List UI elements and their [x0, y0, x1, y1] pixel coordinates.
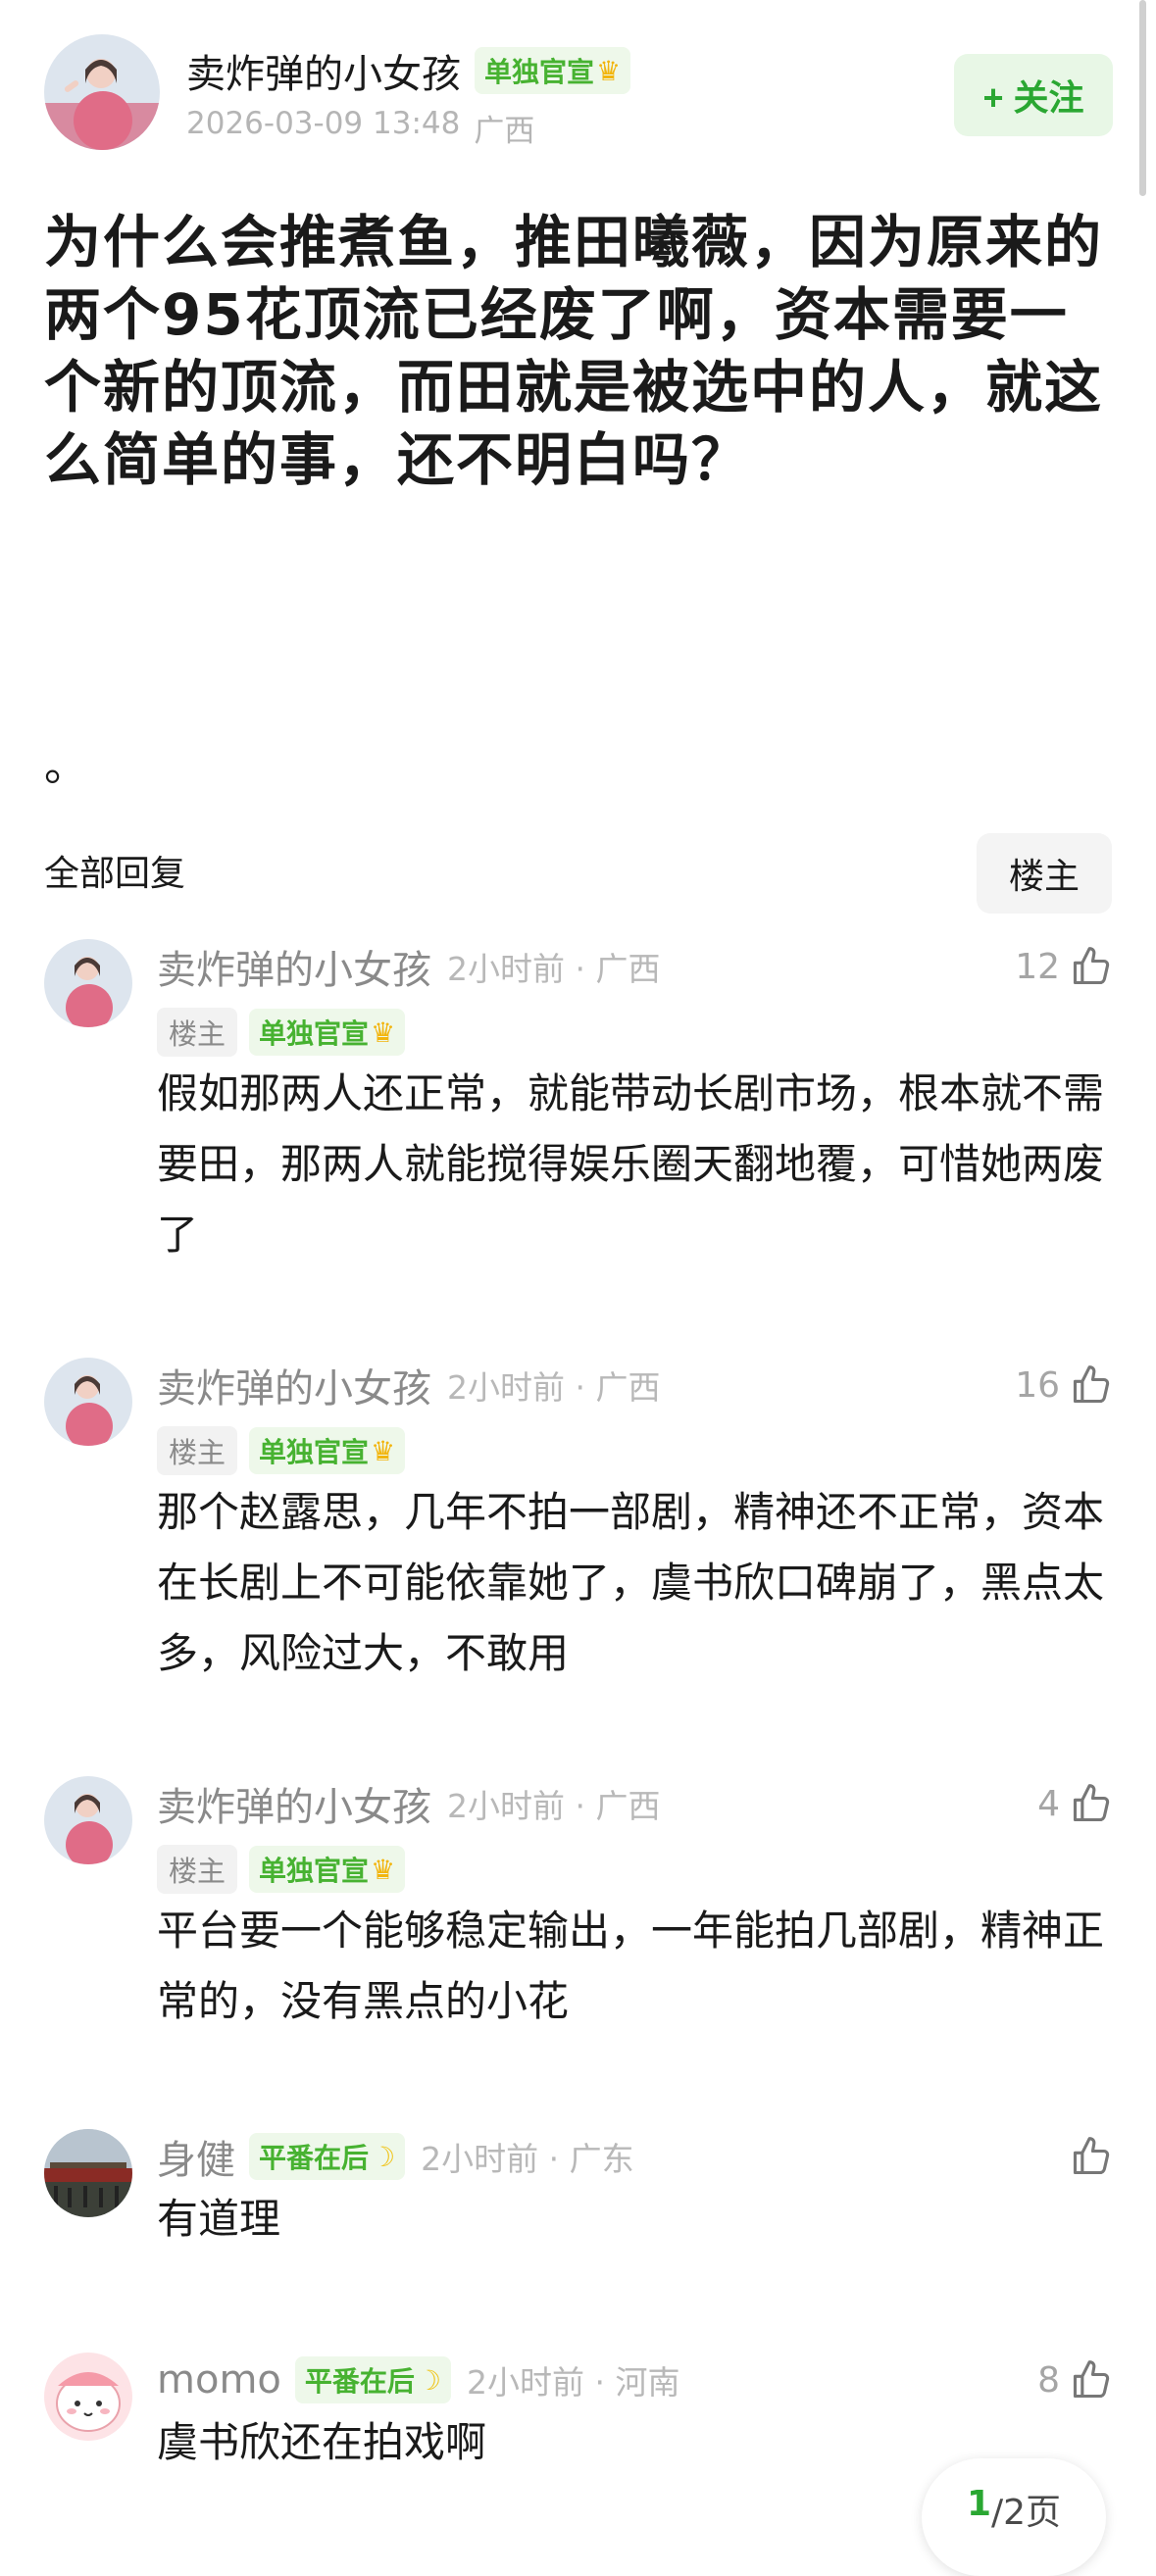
post-header: 卖炸弹的小女孩 单独官宣 ♛ 2026-03-09 13:48 广西 + 关注 [44, 34, 1113, 152]
post-content: 为什么会推煮鱼，推田曦薇，因为原来的两个95花顶流已经废了啊，资本需要一个新的顶… [44, 209, 1104, 493]
status-badge: 单独官宣 ♛ [475, 47, 631, 94]
thumbs-up-icon [1070, 1363, 1113, 1407]
scrollbar[interactable] [1139, 0, 1146, 196]
badge-label: 平番在后 [259, 2142, 370, 2174]
commenter-name[interactable]: 卖炸弹的小女孩 [157, 1357, 431, 1413]
crown-icon: ♛ [371, 1434, 396, 1467]
badge-label: 单独官宣 [259, 1436, 370, 1468]
thumbs-up-icon [1070, 1782, 1113, 1825]
like-button[interactable]: 12 [1015, 939, 1113, 994]
status-badge: 单独官宣 ♛ [249, 1427, 406, 1474]
replies-title: 全部回复 [44, 854, 186, 894]
status-badge: 单独官宣 ♛ [249, 1009, 406, 1056]
comment-meta: 2小时前 · 广西 [447, 1787, 661, 1825]
like-count: 4 [1037, 1783, 1060, 1824]
current-page: 1 [966, 2484, 991, 2524]
badge-label: 平番在后 [304, 2365, 415, 2398]
badge-label: 单独官宣 [484, 56, 595, 88]
status-badge: 平番在后 ☽ [249, 2133, 406, 2180]
commenter-avatar[interactable] [44, 1358, 132, 1446]
commenter-name[interactable]: momo [157, 2357, 281, 2403]
follow-button[interactable]: + 关注 [954, 54, 1113, 136]
moon-icon: ☽ [371, 2140, 396, 2173]
like-button[interactable]: 16 [1015, 1358, 1113, 1412]
moon-icon: ☽ [416, 2363, 441, 2397]
post-meta: 2026-03-09 13:48 广西 [186, 106, 534, 150]
like-count: 8 [1037, 2359, 1060, 2401]
badge-label: 单独官宣 [259, 1855, 370, 1887]
author-avatar[interactable] [44, 34, 160, 150]
like-button[interactable] [1060, 2129, 1113, 2184]
thumbs-up-icon [1070, 945, 1113, 988]
commenter-name[interactable]: 身健 [157, 2128, 235, 2185]
op-tag: 楼主 [157, 1426, 238, 1475]
comment-meta: 2小时前 · 广西 [447, 950, 661, 988]
status-badge: 单独官宣 ♛ [249, 1846, 406, 1893]
like-button[interactable]: 8 [1037, 2353, 1113, 2407]
like-count: 16 [1015, 1364, 1060, 1406]
op-tag: 楼主 [157, 1008, 238, 1057]
comment-meta: 2小时前 · 河南 [467, 2363, 680, 2402]
total-pages: /2页 [991, 2493, 1062, 2533]
commenter-avatar[interactable] [44, 939, 132, 1027]
comment-text: 有道理 [157, 2195, 281, 2243]
page-indicator[interactable]: 1 /2页 [922, 2458, 1106, 2576]
badge-label: 单独官宣 [259, 1017, 370, 1050]
commenter-avatar[interactable] [44, 1776, 132, 1864]
crown-icon: ♛ [596, 54, 622, 87]
op-only-filter-button[interactable]: 楼主 [977, 833, 1112, 914]
commenter-name[interactable]: 卖炸弹的小女孩 [157, 938, 431, 995]
post-datetime: 2026-03-09 13:48 [186, 106, 461, 141]
commenter-avatar[interactable] [44, 2353, 132, 2441]
crown-icon: ♛ [371, 1853, 396, 1886]
author-name[interactable]: 卖炸弹的小女孩 [186, 42, 461, 99]
like-count: 12 [1015, 946, 1060, 987]
commenter-name[interactable]: 卖炸弹的小女孩 [157, 1775, 431, 1832]
comment-meta: 2小时前 · 广西 [447, 1368, 661, 1407]
crown-icon: ♛ [371, 1016, 396, 1049]
comment-meta: 2小时前 · 广东 [421, 2140, 634, 2178]
post-trailing-text: 。 [44, 741, 87, 791]
thumbs-up-icon [1070, 2358, 1113, 2402]
comment-text: 那个赵露思，几年不拍一部剧，精神还不正常，资本在长剧上不可能依靠她了，虞书欣口碑… [157, 1488, 1105, 1677]
status-badge: 平番在后 ☽ [294, 2356, 451, 2403]
comment-text: 假如那两人还正常，就能带动长剧市场，根本就不需要田，那两人就能搅得娱乐圈天翻地覆… [157, 1069, 1105, 1259]
like-button[interactable]: 4 [1037, 1776, 1113, 1831]
commenter-avatar[interactable] [44, 2129, 132, 2217]
op-tag: 楼主 [157, 1845, 238, 1894]
thumbs-up-icon [1070, 2135, 1113, 2178]
comment-text: 平台要一个能够稳定输出，一年能拍几部剧，精神正常的，没有黑点的小花 [157, 1907, 1105, 2025]
post-location: 广西 [474, 114, 535, 149]
